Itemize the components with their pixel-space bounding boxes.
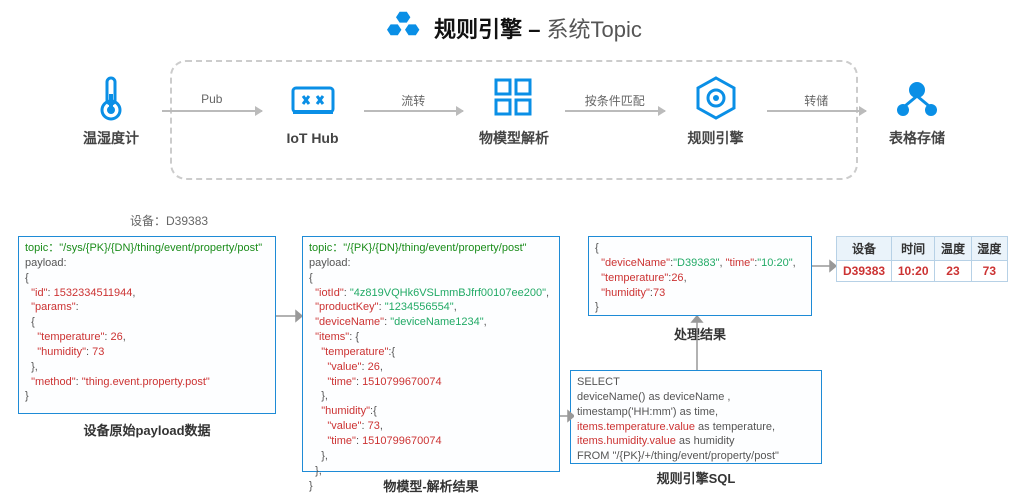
flow-diagram: 温湿度计 Pub IoT Hub 流转 物模型解析 按条件匹配 规则引擎 转储 …	[40, 60, 988, 180]
node-thermometer: 温湿度计	[66, 74, 156, 148]
connector-4-3	[690, 316, 704, 370]
node-label: 表格存储	[889, 128, 945, 148]
arrow-label: 按条件匹配	[565, 92, 665, 109]
arrow-label: 转储	[767, 92, 867, 109]
node-tablestore: 表格存储	[872, 74, 962, 148]
connector-1-2	[276, 306, 302, 326]
arrow-flow: 流转	[364, 110, 464, 112]
node-ruleengine: 规则引擎	[671, 74, 761, 148]
panel-parsed: topic："/{PK}/{DN}/thing/event/property/p…	[302, 236, 560, 472]
panels-area: topic："/sys/{PK}/{DN}/thing/event/proper…	[18, 236, 1010, 492]
panel-parsed-caption: 物模型-解析结果	[302, 476, 560, 495]
blocks-icon	[490, 74, 538, 122]
th-temp: 温度	[935, 237, 971, 261]
tablestore-icon	[893, 74, 941, 122]
arrow-pub: Pub	[162, 110, 262, 112]
node-thingmodel: 物模型解析	[469, 74, 559, 148]
connector-3-table	[812, 256, 836, 276]
iothub-icon	[289, 76, 337, 124]
hexes-icon	[386, 10, 424, 46]
arrow-label: Pub	[162, 92, 262, 106]
th-device: 设备	[837, 237, 892, 261]
title-row: 规则引擎 – 系统Topic	[0, 0, 1028, 54]
arrow-label: 流转	[364, 92, 464, 109]
panel-sql: SELECT deviceName() as deviceName , time…	[570, 370, 822, 464]
panel-raw-payload: topic："/sys/{PK}/{DN}/thing/event/proper…	[18, 236, 276, 414]
panel-sql-caption: 规则引擎SQL	[570, 468, 822, 487]
ruleengine-icon	[692, 74, 740, 122]
arrow-store: 转储	[767, 110, 867, 112]
th-time: 时间	[892, 237, 935, 261]
node-label: 物模型解析	[479, 128, 549, 148]
device-tag: 设备：D39383	[130, 212, 208, 229]
node-label: 温湿度计	[83, 128, 139, 148]
thermometer-icon	[87, 74, 135, 122]
node-label: 规则引擎	[688, 128, 744, 148]
node-label: IoT Hub	[286, 130, 338, 146]
node-iothub: IoT Hub	[268, 76, 358, 146]
th-hum: 湿度	[971, 237, 1007, 261]
table-row: D39383 10:20 23 73	[837, 261, 1008, 282]
page-title: 规则引擎 – 系统Topic	[434, 12, 642, 44]
result-table: 设备 时间 温度 湿度 D39383 10:20 23 73	[836, 236, 1008, 282]
arrow-match: 按条件匹配	[565, 110, 665, 112]
panel-raw-caption: 设备原始payload数据	[18, 420, 276, 439]
connector-2-4	[560, 406, 574, 426]
panel-result: { "deviceName":"D39383", "time":"10:20",…	[588, 236, 812, 316]
